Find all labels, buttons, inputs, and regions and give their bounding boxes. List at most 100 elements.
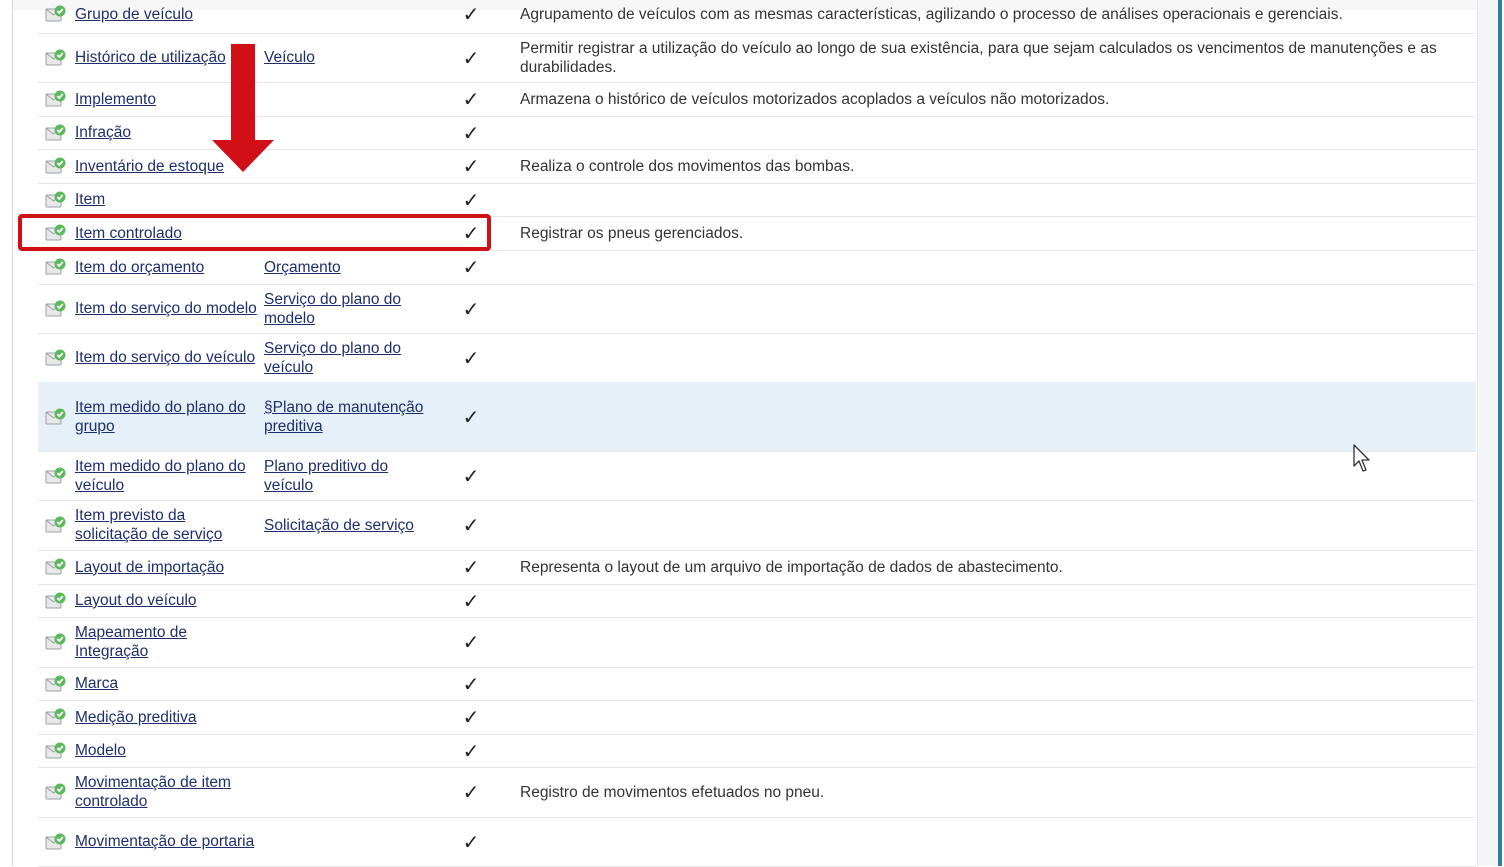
entity-doc-icon bbox=[45, 633, 67, 651]
entity-icon-cell bbox=[44, 584, 68, 617]
parent-entity-link[interactable]: Plano preditivo do veículo bbox=[264, 457, 424, 495]
parent-entity-link[interactable]: Orçamento bbox=[264, 258, 341, 277]
entity-name-link[interactable]: Item medido do plano do veículo bbox=[75, 457, 257, 495]
entity-doc-icon bbox=[45, 708, 67, 726]
entity-icon-cell bbox=[44, 250, 68, 284]
entity-name-cell: Mapeamento de Integração bbox=[75, 617, 257, 667]
entity-name-link[interactable]: Modelo bbox=[75, 741, 126, 760]
entity-icon-cell bbox=[44, 500, 68, 550]
parent-entity-link[interactable]: Serviço do plano do veículo bbox=[264, 339, 424, 377]
description-cell: Representa o layout de um arquivo de imp… bbox=[520, 550, 1470, 584]
entity-name-link[interactable]: Layout de importação bbox=[75, 558, 224, 577]
entity-doc-icon bbox=[45, 191, 67, 209]
table-row[interactable]: Movimentação de item controlado ✓ Registro… bbox=[38, 767, 1476, 818]
entity-name-link[interactable]: Movimentação de item controlado bbox=[75, 773, 257, 811]
description-cell bbox=[520, 584, 1470, 617]
description-cell bbox=[520, 500, 1470, 550]
checkmark-icon: ✓ bbox=[462, 154, 480, 178]
table-row[interactable]: Layout de importação ✓ Representa o layout… bbox=[38, 550, 1476, 585]
entity-description: Registrar os pneus gerenciados. bbox=[520, 224, 744, 242]
entity-icon-cell bbox=[44, 734, 68, 767]
description-cell: Registrar os pneus gerenciados. bbox=[520, 216, 1470, 250]
entity-name-link[interactable]: Grupo de veículo bbox=[75, 5, 193, 24]
table-row[interactable]: Layout do veículo ✓ bbox=[38, 584, 1476, 618]
entity-name-link[interactable]: Item medido do plano do grupo bbox=[75, 398, 257, 436]
entity-name-link[interactable]: Marca bbox=[75, 674, 118, 693]
entity-icon-cell bbox=[44, 451, 68, 500]
entity-doc-icon bbox=[45, 124, 67, 142]
check-cell: ✓ bbox=[456, 382, 486, 451]
entity-name-cell: Layout do veículo bbox=[75, 584, 257, 617]
table-row[interactable]: Mapeamento de Integração ✓ bbox=[38, 617, 1476, 668]
entity-icon-cell bbox=[44, 333, 68, 382]
table-row[interactable]: Movimentação de portaria ✓ bbox=[38, 817, 1476, 867]
entity-name-link[interactable]: Movimentação de portaria bbox=[75, 832, 254, 851]
entity-name-link[interactable]: Implemento bbox=[75, 90, 156, 109]
table-row[interactable]: Item ✓ bbox=[38, 183, 1476, 217]
entity-name-link[interactable]: Item do serviço do modelo bbox=[75, 299, 257, 318]
table-row[interactable]: Item do serviço do veículo Serviço do pla… bbox=[38, 333, 1476, 383]
check-cell: ✓ bbox=[456, 734, 486, 767]
parent-entity-cell bbox=[264, 817, 424, 866]
table-row[interactable]: Item do orçamento Orçamento ✓ bbox=[38, 250, 1476, 285]
table-row[interactable]: Marca ✓ bbox=[38, 667, 1476, 701]
parent-entity-cell bbox=[264, 584, 424, 617]
description-cell: Agrupamento de veículos com as mesmas ca… bbox=[520, 0, 1470, 33]
entity-icon-cell bbox=[44, 767, 68, 817]
entity-name-cell: Item previsto da solicitação de serviço bbox=[75, 500, 257, 550]
parent-entity-cell bbox=[264, 617, 424, 667]
entity-name-link[interactable]: Item bbox=[75, 190, 105, 209]
entity-name-link[interactable]: Infração bbox=[75, 123, 131, 142]
table-row[interactable]: Modelo ✓ bbox=[38, 734, 1476, 768]
parent-entity-cell bbox=[264, 734, 424, 767]
entity-name-link[interactable]: Histórico de utilização bbox=[75, 48, 226, 67]
check-cell: ✓ bbox=[456, 250, 486, 284]
description-cell bbox=[520, 667, 1470, 700]
description-cell bbox=[520, 382, 1470, 451]
check-cell: ✓ bbox=[456, 584, 486, 617]
entity-name-link[interactable]: Layout do veículo bbox=[75, 591, 197, 610]
entity-name-cell: Item do serviço do veículo bbox=[75, 333, 257, 382]
entity-description: Registro de movimentos efetuados no pneu… bbox=[520, 783, 825, 801]
entity-name-link[interactable]: Mapeamento de Integração bbox=[75, 623, 257, 661]
description-cell: Permitir registrar a utilização do veícu… bbox=[520, 33, 1470, 82]
entity-name-link[interactable]: Medição preditiva bbox=[75, 708, 196, 727]
check-cell: ✓ bbox=[456, 33, 486, 82]
entity-name-link[interactable]: Inventário de estoque bbox=[75, 157, 224, 176]
table-row[interactable]: Item medido do plano do veículo Plano pre… bbox=[38, 451, 1476, 501]
parent-entity-link[interactable]: Serviço do plano do modelo bbox=[264, 290, 424, 328]
checkmark-icon: ✓ bbox=[462, 630, 480, 654]
checkmark-icon: ✓ bbox=[462, 705, 480, 729]
window-right-edge bbox=[1498, 0, 1502, 866]
entity-icon-cell bbox=[44, 382, 68, 451]
parent-entity-link[interactable]: §Plano de manutenção preditiva bbox=[264, 398, 424, 436]
table-row[interactable]: Item do serviço do modelo Serviço do plan… bbox=[38, 284, 1476, 334]
entity-doc-icon bbox=[45, 258, 67, 276]
description-cell bbox=[520, 284, 1470, 333]
checkmark-icon: ✓ bbox=[462, 555, 480, 579]
table-row[interactable]: Item medido do plano do grupo §Plano de m… bbox=[38, 382, 1476, 452]
entity-icon-cell bbox=[44, 817, 68, 866]
description-cell bbox=[520, 700, 1470, 734]
description-cell: Armazena o histórico de veículos motoriz… bbox=[520, 82, 1470, 116]
check-cell: ✓ bbox=[456, 700, 486, 734]
entity-name-link[interactable]: Item do orçamento bbox=[75, 258, 204, 277]
entity-name-cell: Movimentação de item controlado bbox=[75, 767, 257, 817]
table-row[interactable]: Medição preditiva ✓ bbox=[38, 700, 1476, 735]
table-row[interactable]: Item previsto da solicitação de serviço S… bbox=[38, 500, 1476, 551]
entity-doc-icon bbox=[45, 833, 67, 851]
entity-name-cell: Movimentação de portaria bbox=[75, 817, 257, 866]
description-cell bbox=[520, 183, 1470, 216]
entity-name-link[interactable]: Item previsto da solicitação de serviço bbox=[75, 506, 257, 544]
table-row[interactable]: Grupo de veículo ✓ Agrupamento de veículos… bbox=[38, 0, 1476, 34]
checkmark-icon: ✓ bbox=[462, 829, 480, 854]
parent-entity-link[interactable]: Solicitação de serviço bbox=[264, 516, 414, 535]
entity-icon-cell bbox=[44, 700, 68, 734]
entity-name-link[interactable]: Item do serviço do veículo bbox=[75, 348, 255, 367]
scrollbar-track[interactable] bbox=[1477, 0, 1499, 866]
entity-name-cell: Item do serviço do modelo bbox=[75, 284, 257, 333]
entity-description: Permitir registrar a utilização do veícu… bbox=[520, 39, 1437, 76]
entity-icon-cell bbox=[44, 116, 68, 149]
check-cell: ✓ bbox=[456, 149, 486, 183]
check-cell: ✓ bbox=[456, 0, 486, 33]
